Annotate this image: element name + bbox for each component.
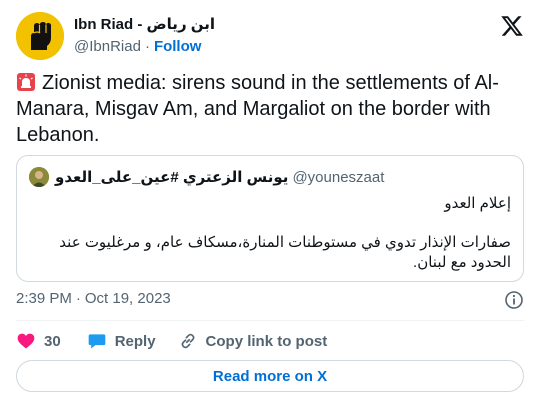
quoted-avatar bbox=[29, 167, 49, 187]
timestamp-separator: · bbox=[75, 290, 81, 307]
quoted-author-handle: @youneszaat bbox=[292, 168, 385, 186]
quoted-author-name: يونس الزعتري #عين_على_العدو bbox=[55, 169, 289, 186]
quoted-post[interactable]: يونس الزعتري #عين_على_العدو @youneszaat … bbox=[16, 155, 524, 282]
link-icon bbox=[181, 333, 194, 349]
tweet-body: Zionist media: sirens sound in the settl… bbox=[16, 72, 499, 146]
author-block: Ibn Riad - ابن رياض @IbnRiad · Follow bbox=[74, 15, 215, 57]
reply-label: Reply bbox=[114, 332, 156, 350]
rotating-light-icon bbox=[17, 73, 35, 91]
quoted-avatar-image bbox=[29, 167, 49, 187]
author-sub: @IbnRiad · Follow bbox=[74, 37, 215, 57]
quoted-text-line: إعلام العدو bbox=[444, 195, 511, 212]
quoted-text-body: صفارات الإنذار تدوي في مستوطنات المنارة،… bbox=[59, 234, 511, 271]
action-bar: 30 Reply Copy link to post bbox=[16, 330, 349, 352]
post-time: 2:39 PM bbox=[16, 290, 72, 307]
reply-button[interactable]: Reply bbox=[87, 331, 156, 351]
speech-bubble-icon bbox=[88, 334, 106, 349]
copy-link-label: Copy link to post bbox=[205, 332, 328, 350]
like-count: 30 bbox=[44, 332, 61, 350]
author-avatar[interactable] bbox=[16, 12, 64, 60]
quoted-header: يونس الزعتري #عين_على_العدو @youneszaat bbox=[29, 167, 384, 187]
follow-button[interactable]: Follow bbox=[154, 38, 202, 55]
copy-link-button[interactable]: Copy link to post bbox=[178, 331, 328, 351]
raised-fist-icon bbox=[16, 12, 64, 60]
divider bbox=[16, 320, 524, 321]
separator-dot: · bbox=[144, 38, 150, 55]
post-timestamp[interactable]: 2:39 PM · Oct 19, 2023 bbox=[16, 290, 171, 307]
embedded-post: Ibn Riad - ابن رياض @IbnRiad · Follow Zion… bbox=[0, 0, 540, 407]
read-more-button[interactable]: Read more on X bbox=[16, 360, 524, 392]
author-handle[interactable]: @IbnRiad bbox=[74, 38, 141, 55]
info-icon[interactable] bbox=[504, 290, 524, 310]
post-date: Oct 19, 2023 bbox=[84, 290, 171, 307]
author-name[interactable]: Ibn Riad - ابن رياض bbox=[74, 15, 215, 35]
heart-icon bbox=[17, 333, 35, 349]
like-button[interactable]: 30 bbox=[16, 331, 61, 351]
x-logo-icon[interactable] bbox=[500, 14, 524, 38]
tweet-text: Zionist media: sirens sound in the settl… bbox=[16, 70, 526, 148]
